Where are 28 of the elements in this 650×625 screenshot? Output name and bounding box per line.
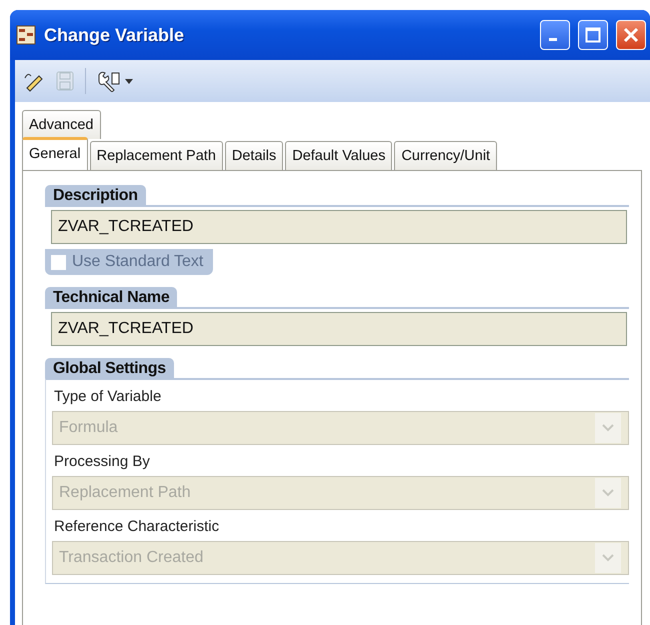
chevron-down-icon bbox=[602, 424, 614, 432]
minimize-icon bbox=[549, 38, 557, 40]
tab[interactable]: Currency/Unit bbox=[394, 141, 498, 170]
window-title: Change Variable bbox=[44, 24, 186, 46]
section-heading: Technical Name bbox=[45, 287, 178, 307]
wrench-icon bbox=[96, 70, 122, 92]
maximize-button[interactable] bbox=[578, 20, 608, 50]
minimize-button[interactable] bbox=[540, 20, 570, 50]
tab[interactable]: Replacement Path bbox=[90, 141, 223, 170]
section-heading: Description bbox=[45, 185, 146, 205]
app-icon bbox=[16, 25, 36, 45]
tab[interactable]: Default Values bbox=[285, 141, 392, 170]
caret-icon bbox=[125, 78, 133, 84]
chevron-down-icon bbox=[602, 554, 614, 562]
close-button[interactable] bbox=[616, 20, 646, 50]
tools-button[interactable] bbox=[96, 70, 133, 92]
tab[interactable]: Details bbox=[224, 141, 284, 170]
close-icon bbox=[623, 27, 639, 43]
chevron-down-icon bbox=[602, 489, 614, 497]
field-label: Reference Characteristic bbox=[54, 518, 220, 535]
tab[interactable]: General bbox=[22, 137, 88, 170]
field-label: Type of Variable bbox=[54, 388, 162, 405]
section-heading: Global Settings bbox=[45, 358, 174, 378]
maximize-icon bbox=[585, 27, 601, 43]
text-field[interactable]: ZVAR_TCREATED bbox=[51, 210, 627, 244]
text-field[interactable]: ZVAR_TCREATED bbox=[51, 312, 627, 346]
field-label: Processing By bbox=[54, 453, 151, 470]
tab[interactable]: Advanced bbox=[22, 110, 100, 139]
